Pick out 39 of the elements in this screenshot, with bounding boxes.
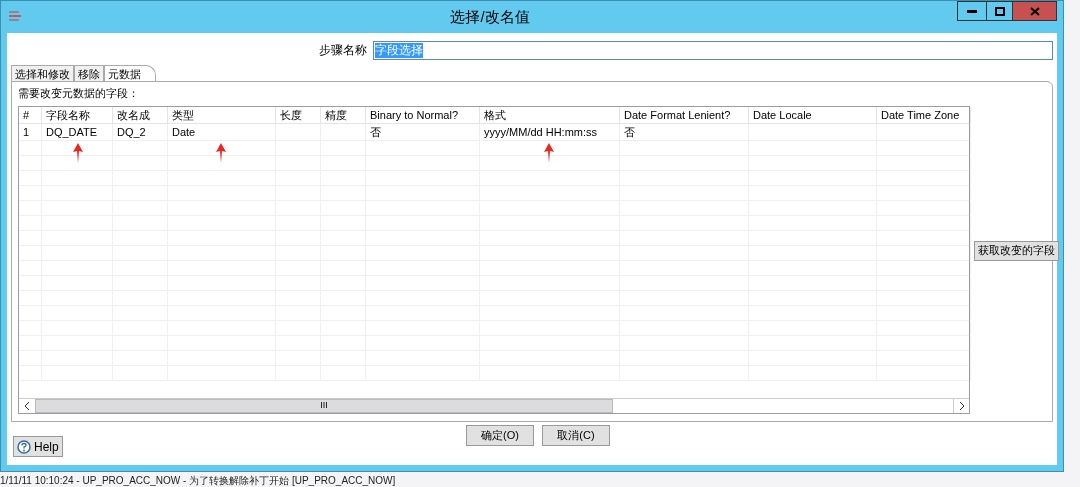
- column-header[interactable]: 字段名称: [42, 107, 113, 123]
- close-button[interactable]: [1013, 1, 1057, 21]
- horizontal-scrollbar[interactable]: III: [19, 398, 969, 413]
- table-cell: Date: [172, 126, 196, 138]
- column-header[interactable]: Date Format Lenient?: [620, 107, 749, 123]
- help-button[interactable]: Help: [13, 436, 63, 457]
- tab[interactable]: 移除: [74, 65, 104, 81]
- close-icon: [1029, 6, 1040, 16]
- section-label: 需要改变元数据的字段：: [18, 86, 140, 100]
- scroll-thumb[interactable]: III: [35, 399, 613, 413]
- table-cell: 否: [624, 126, 635, 138]
- dialog-button[interactable]: 确定(O): [466, 425, 534, 446]
- table-cell: 1: [23, 126, 30, 138]
- column-header[interactable]: 类型: [168, 107, 276, 123]
- column-header[interactable]: Date Time Zone: [877, 107, 971, 123]
- dialog-button[interactable]: 取消(C): [542, 425, 610, 446]
- column-header[interactable]: Date Locale: [749, 107, 877, 123]
- tab[interactable]: 选择和修改: [11, 65, 74, 81]
- window-title: 选择/改名值: [450, 7, 530, 25]
- column-header[interactable]: Binary to Normal?: [366, 107, 480, 123]
- table-cell: DQ_2: [117, 126, 146, 138]
- app-icon: [9, 11, 23, 23]
- table-cell: DQ_DATE: [46, 126, 98, 138]
- minimize-icon: [967, 9, 977, 13]
- log-line: 1/11/11 10:10:24 - UP_PRO_ACC_NOW - 为了转换解除补丁开始 [UP_PRO_ACC_NOW]: [0, 475, 396, 486]
- column-header[interactable]: #: [19, 107, 42, 123]
- help-icon: [17, 439, 31, 454]
- maximize-icon: [994, 6, 1005, 16]
- table-cell: yyyy/MM/dd HH:mm:ss: [484, 126, 598, 138]
- get-changed-fields-button[interactable]: 获取改变的字段: [974, 240, 1059, 261]
- step-name-label: 步骤名称: [319, 42, 367, 59]
- tab[interactable]: 元数据: [104, 65, 156, 81]
- table-cell: 否: [370, 126, 381, 138]
- minimize-button[interactable]: [957, 1, 987, 21]
- column-header[interactable]: 长度: [276, 107, 321, 123]
- column-header[interactable]: 精度: [321, 107, 366, 123]
- column-header[interactable]: 格式: [480, 107, 620, 123]
- column-header[interactable]: 改名成: [113, 107, 168, 123]
- maximize-button[interactable]: [987, 1, 1013, 21]
